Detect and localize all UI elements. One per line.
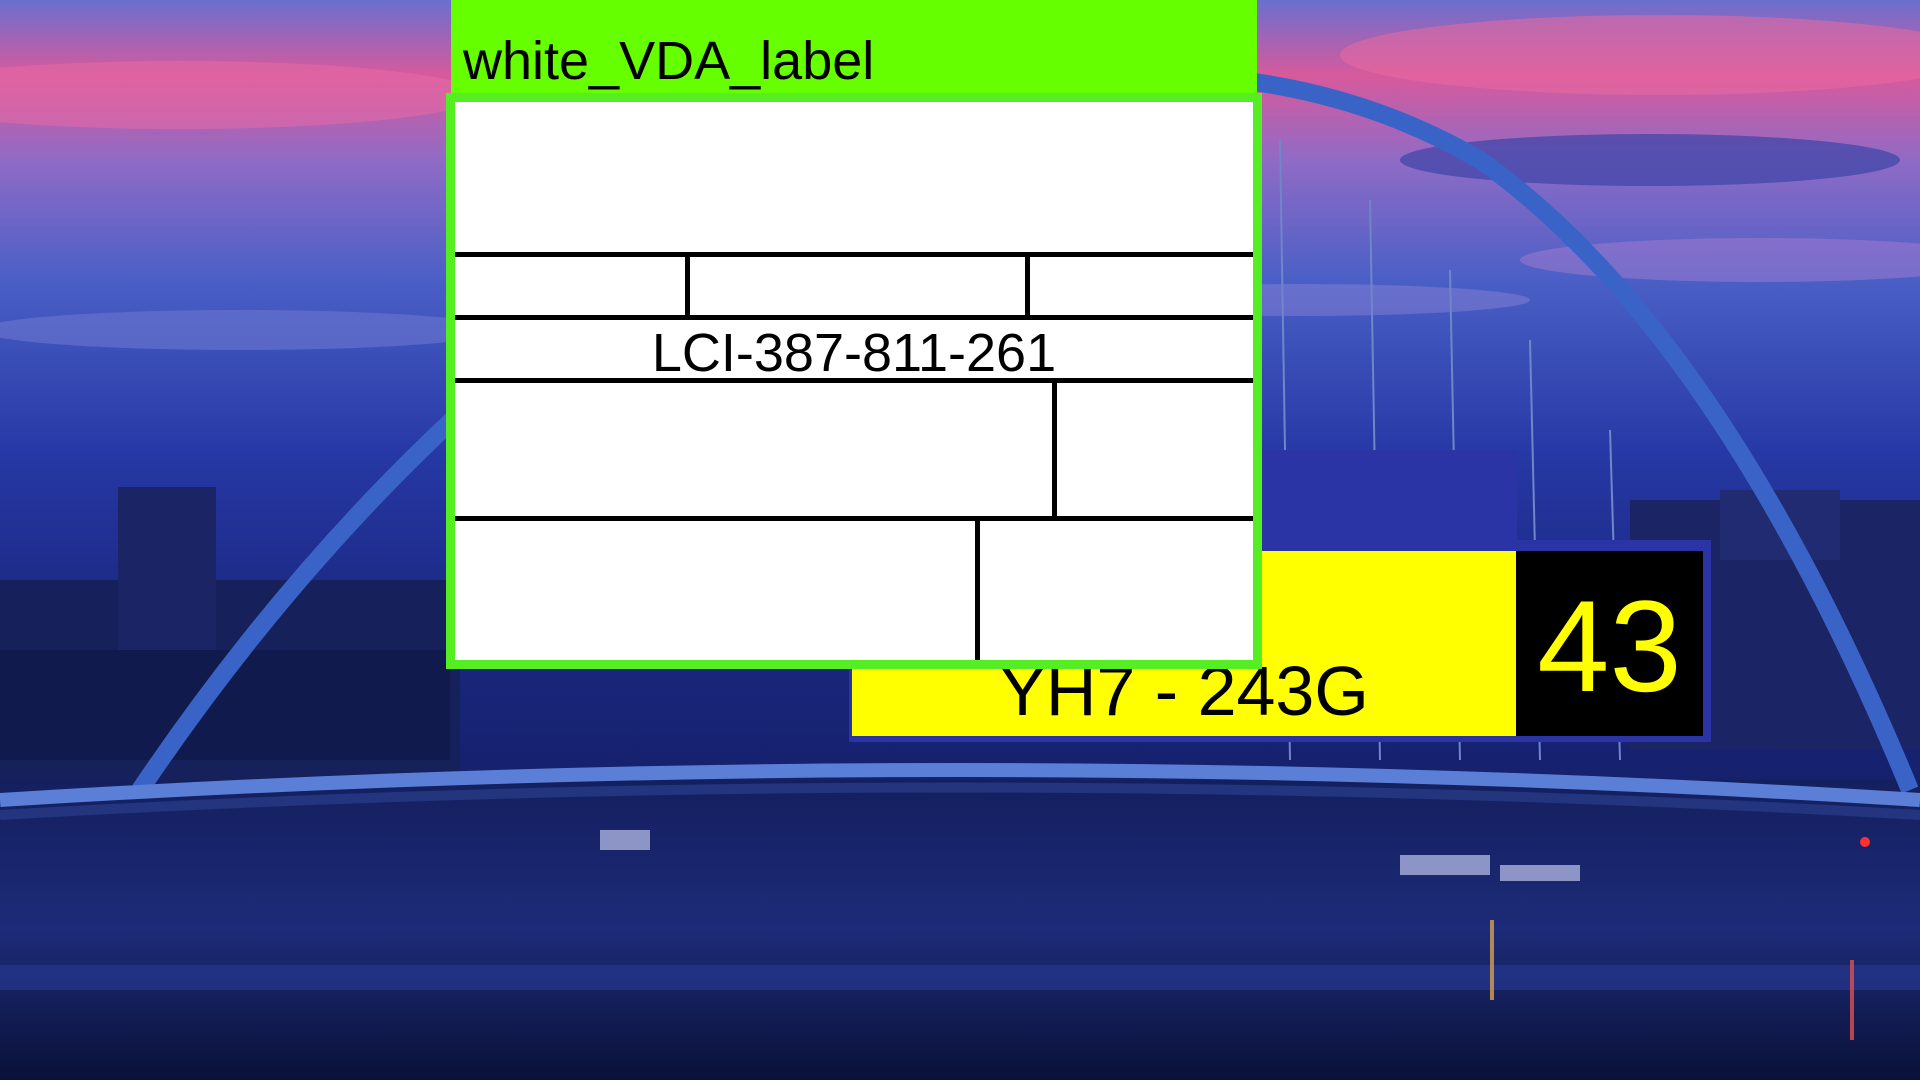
form-divider (975, 516, 980, 660)
form-divider (1052, 378, 1057, 518)
label-number: 43 (1537, 573, 1682, 719)
vda-label-form: LCI-387-811-261 (455, 102, 1253, 660)
form-divider (455, 378, 1253, 383)
front-label-title: white_VDA_label (463, 31, 875, 91)
form-divider (455, 252, 1253, 257)
form-divider (455, 315, 1253, 320)
form-divider (685, 252, 690, 317)
form-divider (1025, 252, 1030, 317)
front-label-header: white_VDA_label (451, 0, 1257, 96)
form-divider (455, 516, 1253, 521)
back-label-number-panel: 43 (1516, 551, 1703, 736)
front-label: LCI-387-811-261 (446, 93, 1262, 669)
label-code: LCI-387-811-261 (651, 323, 1057, 383)
